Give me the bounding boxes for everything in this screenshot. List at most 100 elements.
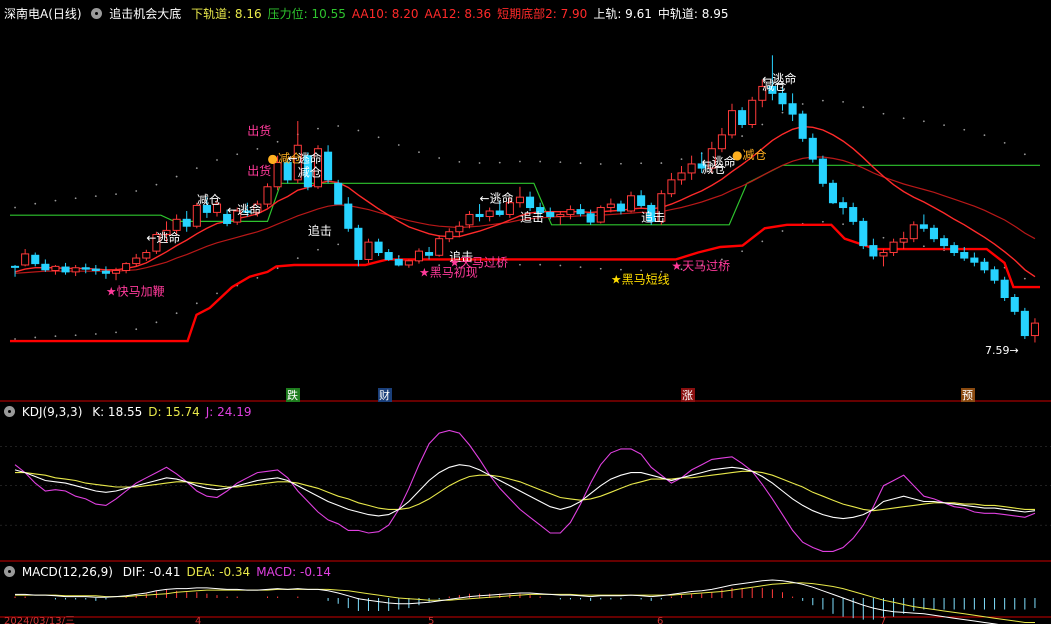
candle-body [717,134,726,150]
macd-settings-gear-icon[interactable] [4,566,15,577]
candle-body [132,257,141,265]
candle-body [808,137,817,160]
guide-dot [34,202,37,205]
event-marker-text: 跌 [287,388,298,402]
main-value-1: 压力位: 10.55 [267,7,346,21]
candle-body [940,238,949,247]
guide-dot [337,125,340,127]
guide-dot [54,335,57,338]
main-value-5: 上轨: 9.61 [593,7,652,21]
candle-body [788,103,797,115]
guide-dot [741,135,744,137]
guide-dot [640,162,643,165]
macd-panel-header: MACD(12,26,9) DIF: -0.41 DEA: -0.34 MACD: … [4,564,343,580]
guide-dot [54,199,57,202]
annotation-label: 追击 [641,209,665,224]
candle-body [111,270,121,274]
candle-body [1000,279,1009,299]
macd-title: MACD(12,26,9) [21,565,113,579]
candle-body [142,252,151,259]
guide-dot [276,267,279,270]
kdj-panel-header: KDJ(9,3,3) K: 18.55 D: 15.74 J: 24.19 [4,404,264,420]
macd-values: DIF: -0.41 DEA: -0.34 MACD: -0.14 [123,565,337,579]
guide-dot [94,333,97,335]
candle-body [990,269,999,281]
guide-dot [216,159,218,161]
candle-body [334,182,343,205]
annotation-label: 追击 [520,209,544,224]
annotation-label: ←逃命 [480,191,514,206]
event-marker-text: 涨 [682,389,693,402]
candle-body [606,203,615,209]
candle-body [980,261,989,271]
candle-body [839,202,848,209]
guide-dot [882,236,885,239]
date-axis-tick: 4 [195,616,201,624]
candle-body [455,225,464,233]
guide-dot [14,338,16,340]
candle-body [626,195,636,212]
candle-body [425,252,434,256]
settings-gear-icon[interactable] [91,8,103,19]
kdj-value-2: J: 24.19 [205,405,252,419]
guide-dot [559,161,562,164]
candle-body [889,241,898,254]
guide-dot [115,193,117,196]
annotation-label: ★快马加鞭 [106,284,165,298]
guide-dot [175,312,178,315]
annotation-label: ★天马过桥 [671,259,730,273]
guide-dot [620,268,622,271]
candle-body [475,213,484,218]
event-marker-2: 涨 [681,388,695,402]
candle-body [576,209,585,215]
annotation-label: 减仓 [197,193,221,207]
guide-dot [256,277,259,279]
guide-dot [983,134,986,137]
candle-body [950,245,959,254]
guide-dot [195,302,198,305]
guide-dot [1023,277,1026,280]
guide-dot [317,127,319,130]
kdj-settings-gear-icon[interactable] [4,406,15,417]
guide-dot [14,206,16,209]
candle-body [778,92,787,105]
candle-body [81,267,90,270]
candle-body [445,231,454,240]
candle-body [677,172,686,181]
guide-dot [882,112,885,115]
macd-value-2: MACD: -0.14 [256,565,332,579]
candle-body [404,260,413,266]
candle-body [91,268,100,272]
candle-body [364,241,373,260]
main-value-4: 短期底部2: 7.90 [497,7,588,21]
candle-body [546,211,555,218]
date-axis-tick: 7 [880,616,886,624]
candle-body [596,207,605,223]
guide-dot [579,266,582,269]
candle-body [566,209,575,215]
candle-body [192,204,201,227]
candle-body [879,252,888,257]
annotation-label: 减仓 [762,79,786,93]
candle-body [738,110,747,126]
kdj-j-line [14,429,1036,552]
guide-dot [599,163,602,165]
guide-dot [821,99,824,102]
candle-body [374,241,383,254]
candle-body [344,203,353,229]
guide-dot [559,264,562,267]
candle-body [384,252,393,260]
macd-value-0: DIF: -0.41 [122,565,181,579]
candle-body [849,207,858,222]
candle-body [495,210,504,215]
candle-body [61,266,70,273]
candle-body [31,254,40,265]
date-axis-start: 2024/03/13/三 [4,616,75,624]
candle-body [556,213,565,218]
guide-dot [821,220,824,223]
kdj-value-0: K: 18.55 [92,405,143,419]
guide-dot [922,245,925,248]
guide-dot [1023,153,1026,156]
candle-body [616,203,625,212]
main-value-0: 下轨道: 8.16 [191,7,262,21]
